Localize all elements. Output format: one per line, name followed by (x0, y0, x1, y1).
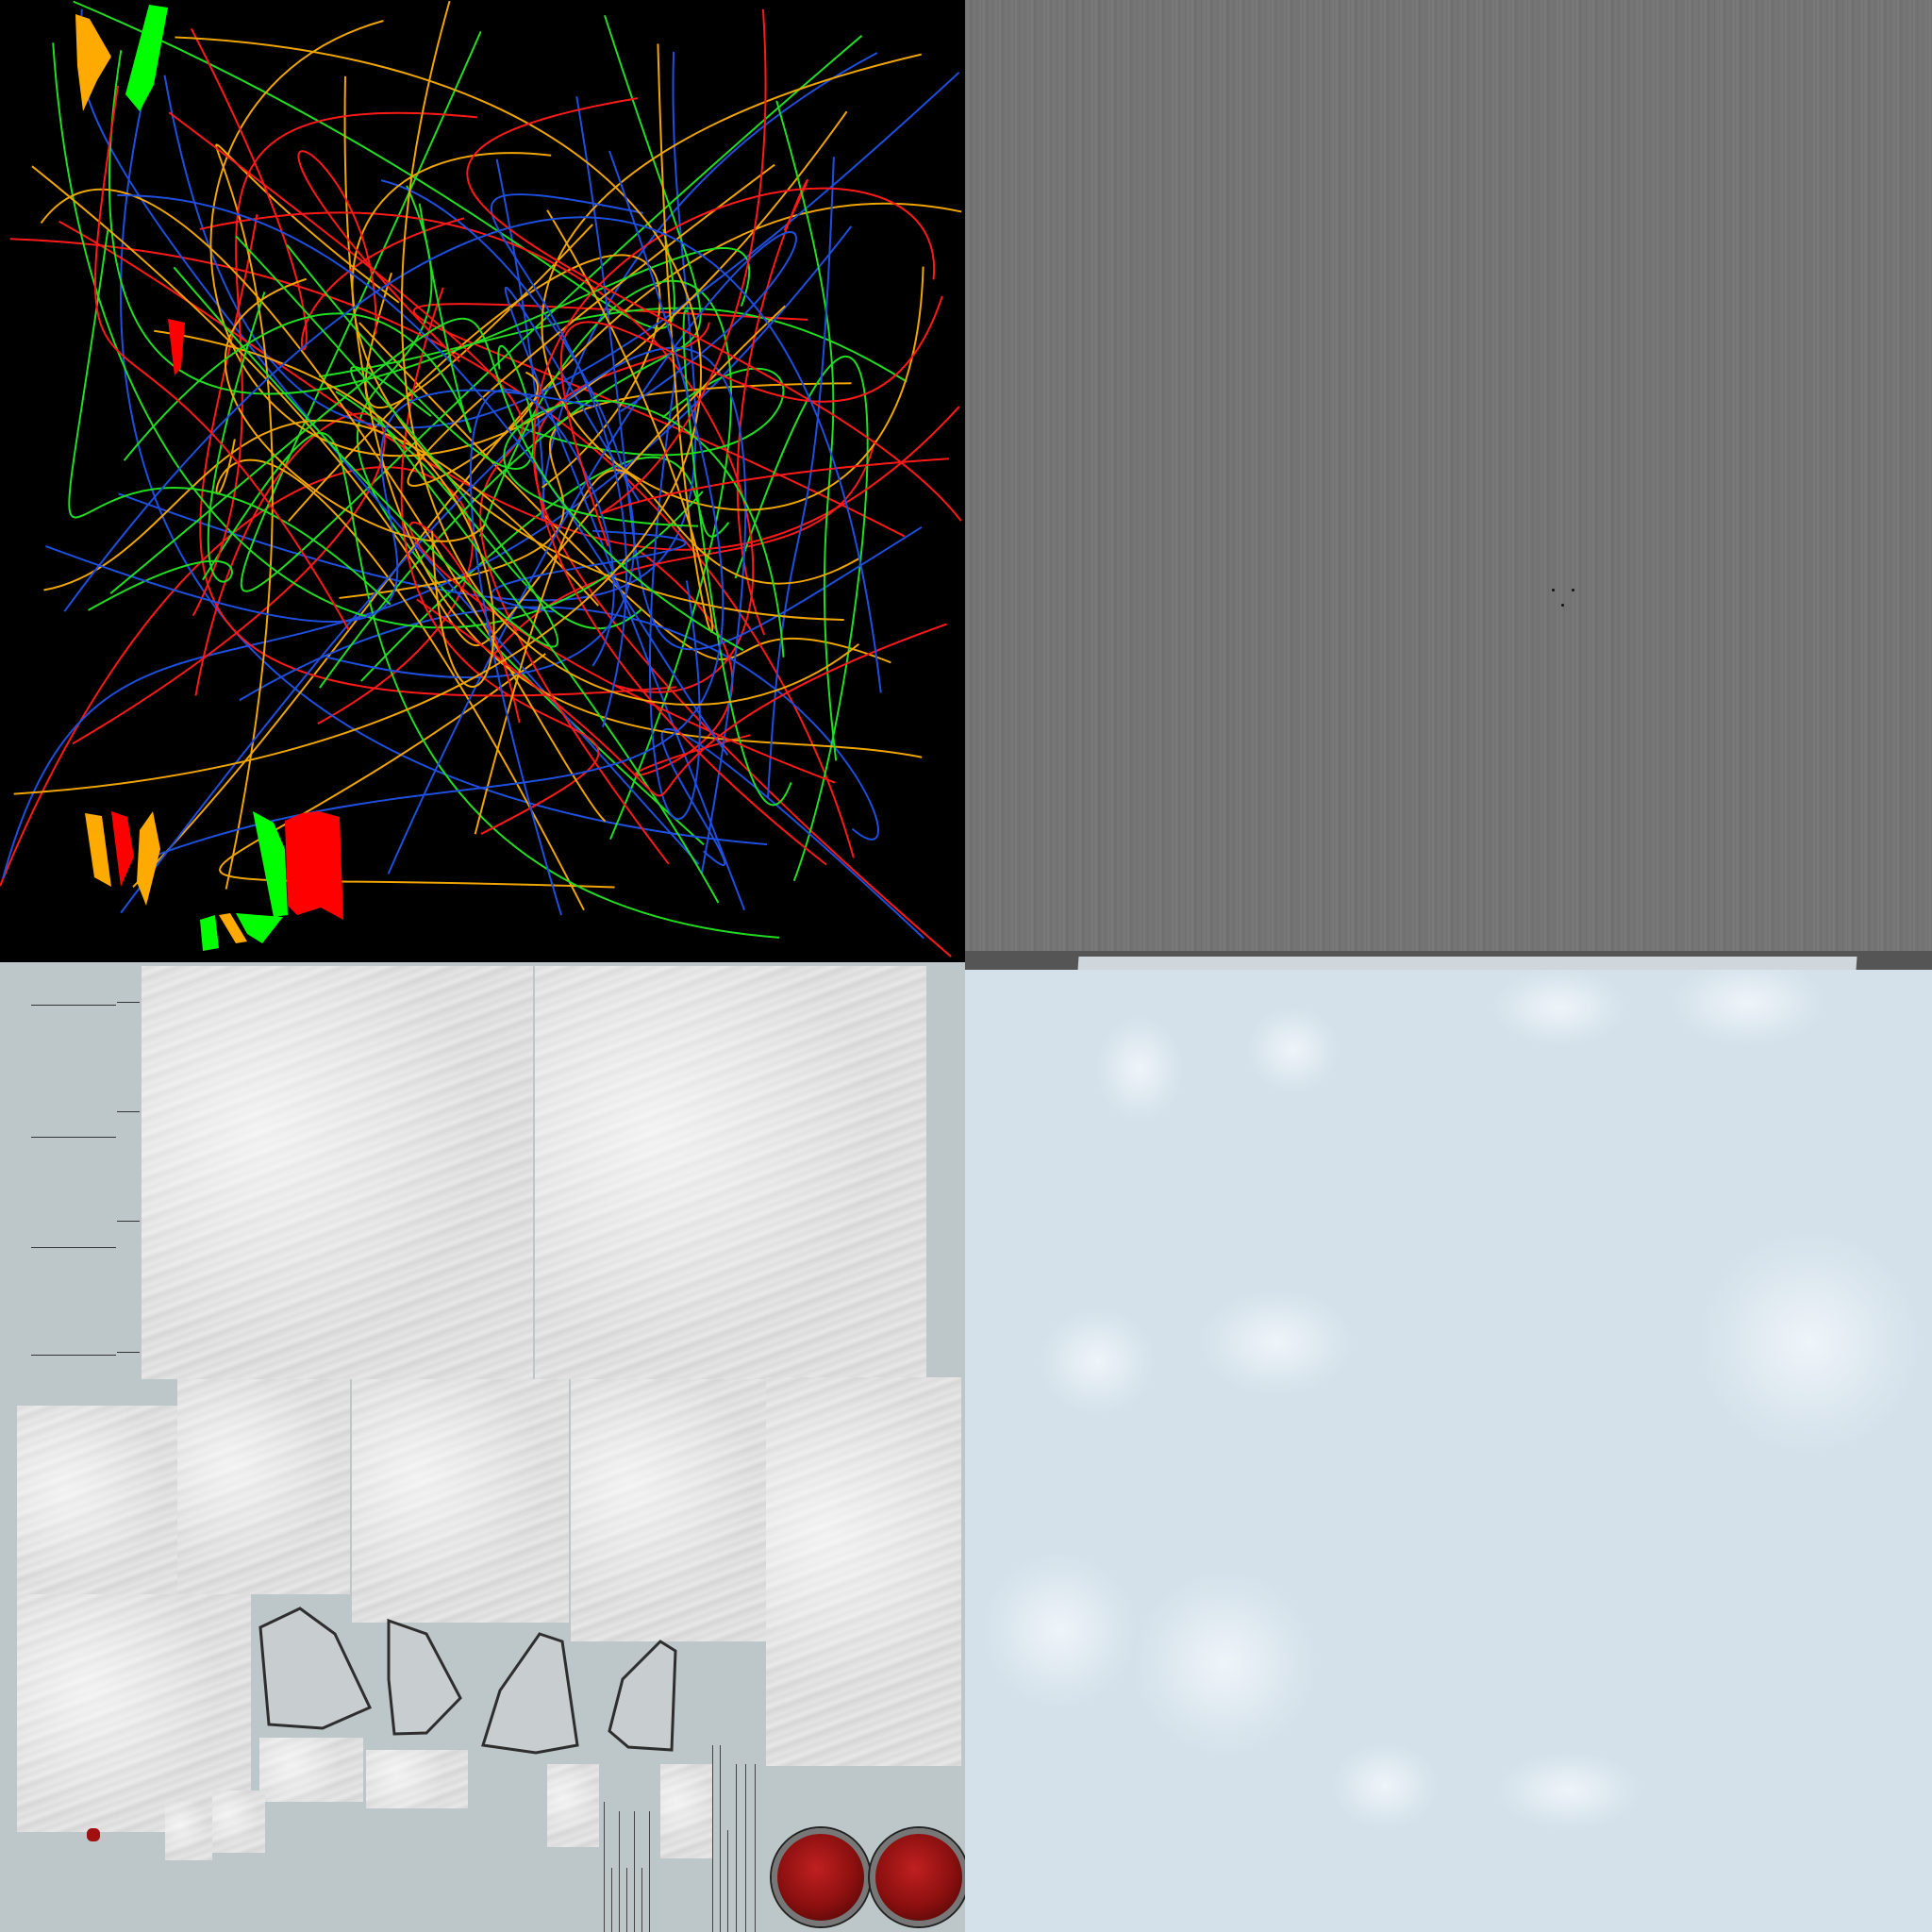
wire-lines-quadrant (0, 0, 965, 962)
snow-highlight (1673, 970, 1824, 1045)
brushed-metal-quadrant (965, 0, 1932, 970)
snow-surface-quadrant (965, 970, 1932, 1932)
uv-line (619, 1811, 620, 1932)
red-marker (111, 811, 134, 887)
red-marker (285, 811, 343, 920)
uv-line (712, 1745, 713, 1932)
green-marker (200, 915, 219, 951)
orange-marker (85, 813, 111, 887)
uv-outline-shapes (258, 1607, 677, 1755)
uv-line (745, 1764, 746, 1932)
snow-highlight (1493, 970, 1625, 1045)
snow-highlight (984, 1555, 1135, 1706)
uv-outline (387, 1618, 462, 1736)
snow-highlight (1041, 1309, 1154, 1413)
orange-marker (137, 811, 160, 906)
uv-line (604, 1802, 605, 1932)
snow-highlight (1201, 1291, 1352, 1394)
rock-tile (660, 1764, 712, 1858)
uv-line (736, 1764, 737, 1932)
snow-highlight (1135, 1574, 1314, 1753)
rock-tile (212, 1790, 265, 1853)
uv-outline (258, 1607, 373, 1730)
snow-highlight (1097, 1017, 1182, 1121)
snow-highlight (1498, 1753, 1640, 1828)
red-gauge (870, 1828, 965, 1926)
uv-line (649, 1811, 650, 1932)
red-marker (168, 319, 185, 375)
uv-outline (608, 1640, 677, 1752)
uv-line (720, 1745, 721, 1932)
uv-line (626, 1868, 627, 1932)
rock-tile (547, 1764, 599, 1847)
green-marker (125, 5, 168, 111)
rock-tile (366, 1750, 468, 1808)
uv-line (727, 1830, 728, 1932)
uv-line (755, 1764, 756, 1932)
snow-highlight (1701, 1234, 1918, 1451)
metal-bottom-highlight (1077, 957, 1857, 970)
uv-line (611, 1868, 612, 1932)
uv-line (641, 1868, 642, 1932)
uv-atlas-quadrant (0, 962, 965, 1932)
small-red-dot (87, 1828, 100, 1841)
orange-marker (75, 14, 111, 111)
uv-line (634, 1811, 635, 1932)
rock-tile (165, 1802, 212, 1860)
uv-outline (481, 1632, 579, 1755)
red-gauge (772, 1828, 870, 1926)
green-marker (253, 811, 288, 917)
rock-tile (259, 1738, 363, 1802)
snow-highlight (1248, 1008, 1338, 1092)
snow-highlight (1333, 1743, 1437, 1828)
shape-markers (75, 5, 343, 951)
